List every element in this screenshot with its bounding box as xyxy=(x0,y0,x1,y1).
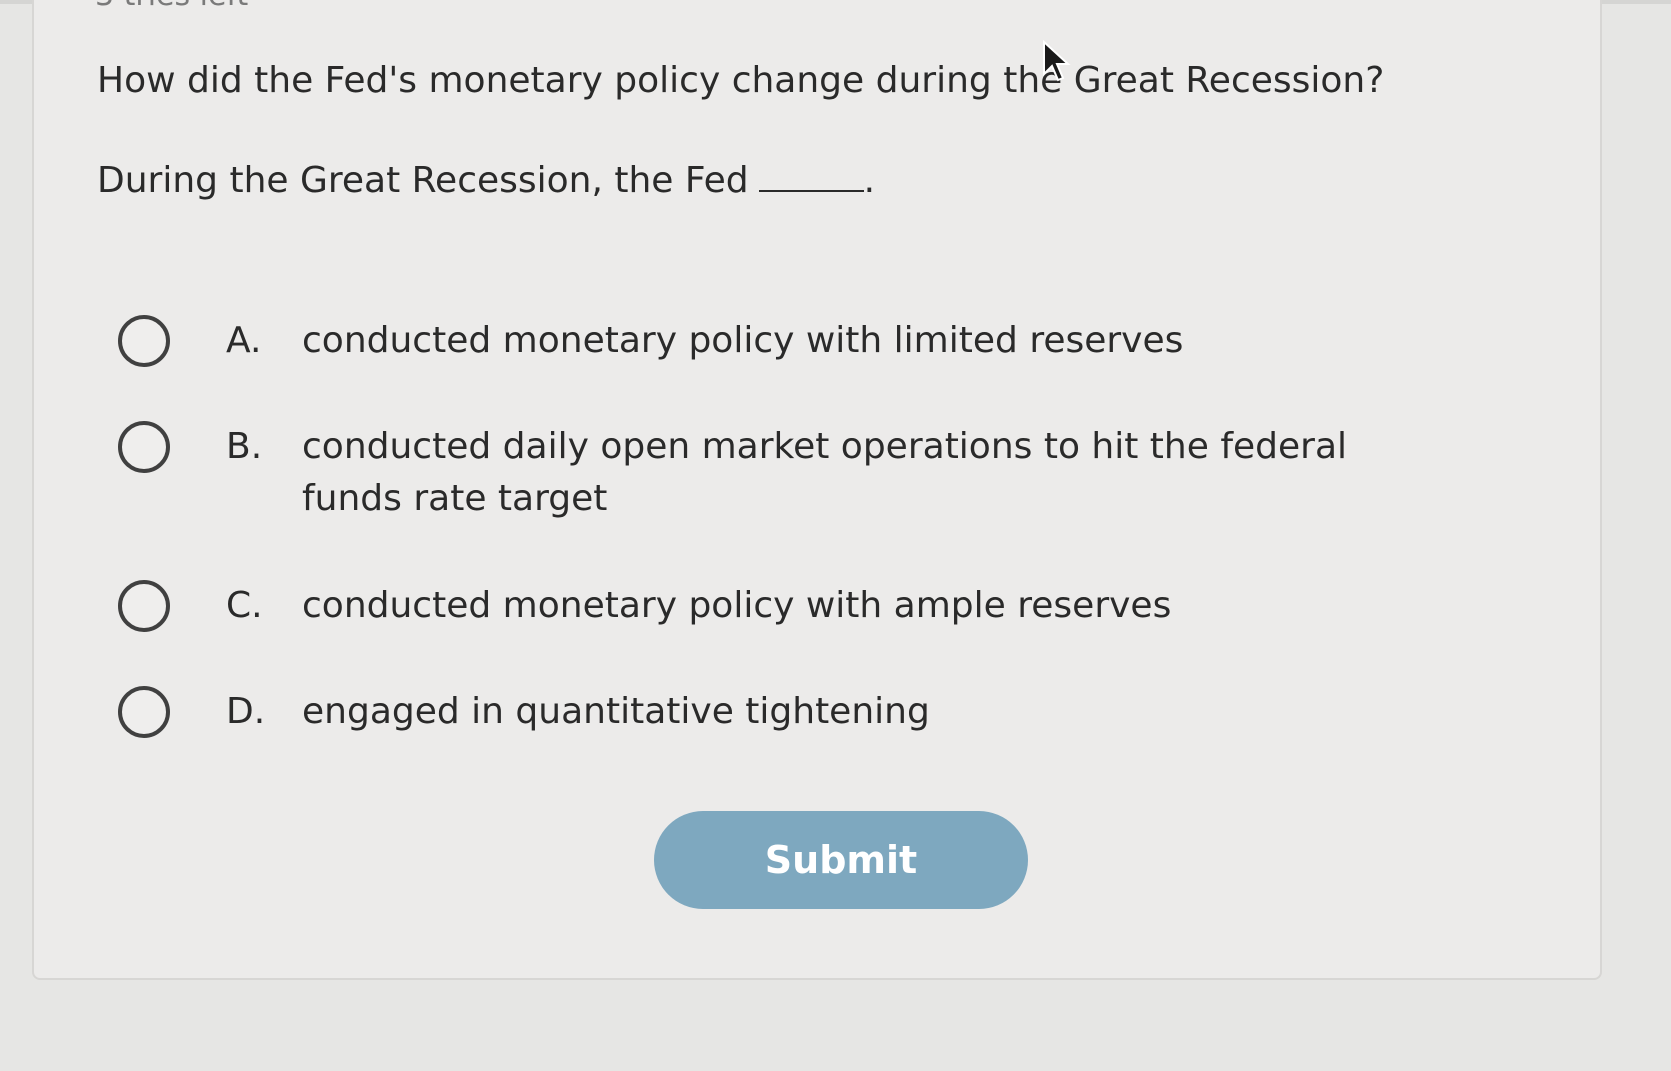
radio-button-b[interactable] xyxy=(118,421,170,473)
option-letter: B. xyxy=(226,426,263,467)
option-text: conducted monetary policy with limited r… xyxy=(302,320,1184,361)
prompt-text: During the Great Recession, the Fed xyxy=(97,160,749,201)
tries-left-label: 3 tries left xyxy=(95,0,248,13)
option-d[interactable]: D. engaged in quantitative tightening xyxy=(118,686,1452,738)
option-letter: A. xyxy=(226,320,262,361)
option-text: conducted daily open market operations t… xyxy=(302,426,1348,519)
option-text: engaged in quantitative tightening xyxy=(302,691,930,732)
answer-blank xyxy=(758,160,864,192)
prompt-period: . xyxy=(863,160,876,201)
option-letter: D. xyxy=(226,691,266,732)
option-text: conducted monetary policy with ample res… xyxy=(302,585,1172,626)
radio-button-d[interactable] xyxy=(118,686,170,738)
mouse-pointer-icon xyxy=(1043,40,1071,82)
option-b[interactable]: B. conducted daily open market operation… xyxy=(118,421,1452,525)
option-c[interactable]: C. conducted monetary policy with ample … xyxy=(118,580,1452,632)
radio-button-a[interactable] xyxy=(118,315,170,367)
option-letter: C. xyxy=(226,585,263,626)
question-prompt: During the Great Recession, the Fed. xyxy=(97,160,875,201)
question-text: How did the Fed's monetary policy change… xyxy=(97,60,1385,101)
option-a[interactable]: A. conducted monetary policy with limite… xyxy=(118,315,1452,367)
radio-button-c[interactable] xyxy=(118,580,170,632)
submit-button[interactable]: Submit xyxy=(654,811,1028,909)
